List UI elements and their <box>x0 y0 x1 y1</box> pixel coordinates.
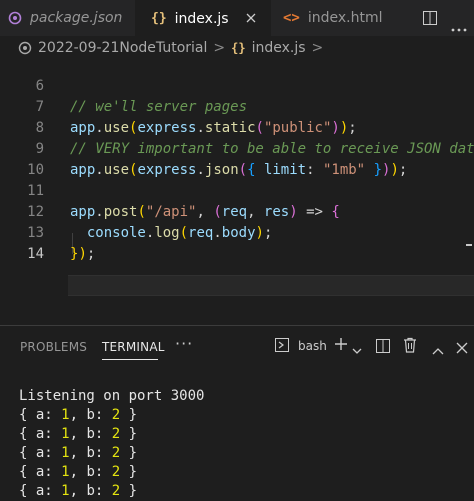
tab-terminal[interactable]: TERMINAL <box>102 340 165 354</box>
scrollbar-marker <box>466 244 472 246</box>
terminal-line: { a: 1, b: 2 } <box>19 483 138 499</box>
new-terminal-plus-icon[interactable] <box>333 336 349 356</box>
code-line: 8 // VERY important to be able to receiv… <box>0 97 474 157</box>
terminal-line: Listening on port 3000 <box>19 388 205 404</box>
terminal-line: { a: 1, b: 2 } <box>19 426 138 442</box>
code-line: 14 <box>0 223 474 262</box>
split-editor-icon[interactable] <box>423 10 437 25</box>
chevron-down-icon[interactable] <box>352 340 362 359</box>
code-line: 12 console.log(req.body); <box>0 181 474 241</box>
tab-index-html[interactable]: <> index.html <box>271 0 411 36</box>
terminal-line: { a: 1, b: 2 } <box>19 407 138 423</box>
line-number: 14 <box>27 246 44 262</box>
split-terminal-icon[interactable] <box>376 338 390 357</box>
code-line: 6 // we'll server pages <box>0 55 474 115</box>
folder-icon <box>18 41 32 55</box>
code-line: 9 app.use(express.json({ limit: "1mb" })… <box>0 118 474 178</box>
terminal-name[interactable]: bash <box>298 339 327 353</box>
breadcrumb-file[interactable]: index.js <box>252 40 306 56</box>
js-file-icon: {} <box>231 41 246 55</box>
code-line: 11 app.post("/api", (req, res) => { <box>0 160 474 220</box>
terminal-line: { a: 1, b: 2 } <box>19 445 138 461</box>
node-package-icon <box>8 11 22 25</box>
html-file-icon: <> <box>283 10 300 26</box>
current-line-highlight <box>68 275 474 296</box>
chevron-up-icon[interactable] <box>432 340 444 359</box>
trash-icon[interactable] <box>403 337 417 357</box>
terminal-icon[interactable] <box>275 338 289 352</box>
more-actions-icon[interactable] <box>451 17 467 36</box>
terminal-line: { a: 1, b: 2 } <box>19 464 138 480</box>
code-line: 10 <box>0 139 474 178</box>
tab-index-js[interactable]: {} index.js <box>135 0 271 36</box>
tab-package-json[interactable]: package.json <box>0 0 134 36</box>
code-editor[interactable]: 6 // we'll server pages 7 app.use(expres… <box>0 58 474 324</box>
tab-label: index.js <box>174 10 229 27</box>
code-line: 7 app.use(express.static("public")); <box>0 76 474 136</box>
tab-label: package.json <box>30 10 123 26</box>
chevron-right-icon: > <box>311 40 324 56</box>
chevron-right-icon: > <box>213 40 226 56</box>
editor-tab-bar: package.json {} index.js <> index.html <box>0 0 474 36</box>
close-panel-icon[interactable] <box>456 339 468 358</box>
active-tab-indicator <box>102 359 158 360</box>
bottom-panel: PROBLEMS TERMINAL ··· bash Listening on … <box>0 325 474 499</box>
close-icon[interactable] <box>243 10 259 26</box>
more-panel-views-icon[interactable]: ··· <box>175 334 193 353</box>
code-line: 13 }); <box>0 202 474 262</box>
tab-label: index.html <box>307 10 383 26</box>
terminal-output[interactable]: Listening on port 3000 { a: 1, b: 2 } { … <box>19 387 204 501</box>
code-text: }); <box>70 246 96 262</box>
tab-problems[interactable]: PROBLEMS <box>20 340 87 354</box>
js-file-icon: {} <box>151 11 167 26</box>
breadcrumb-folder[interactable]: 2022-09-21NodeTutorial <box>38 40 207 56</box>
